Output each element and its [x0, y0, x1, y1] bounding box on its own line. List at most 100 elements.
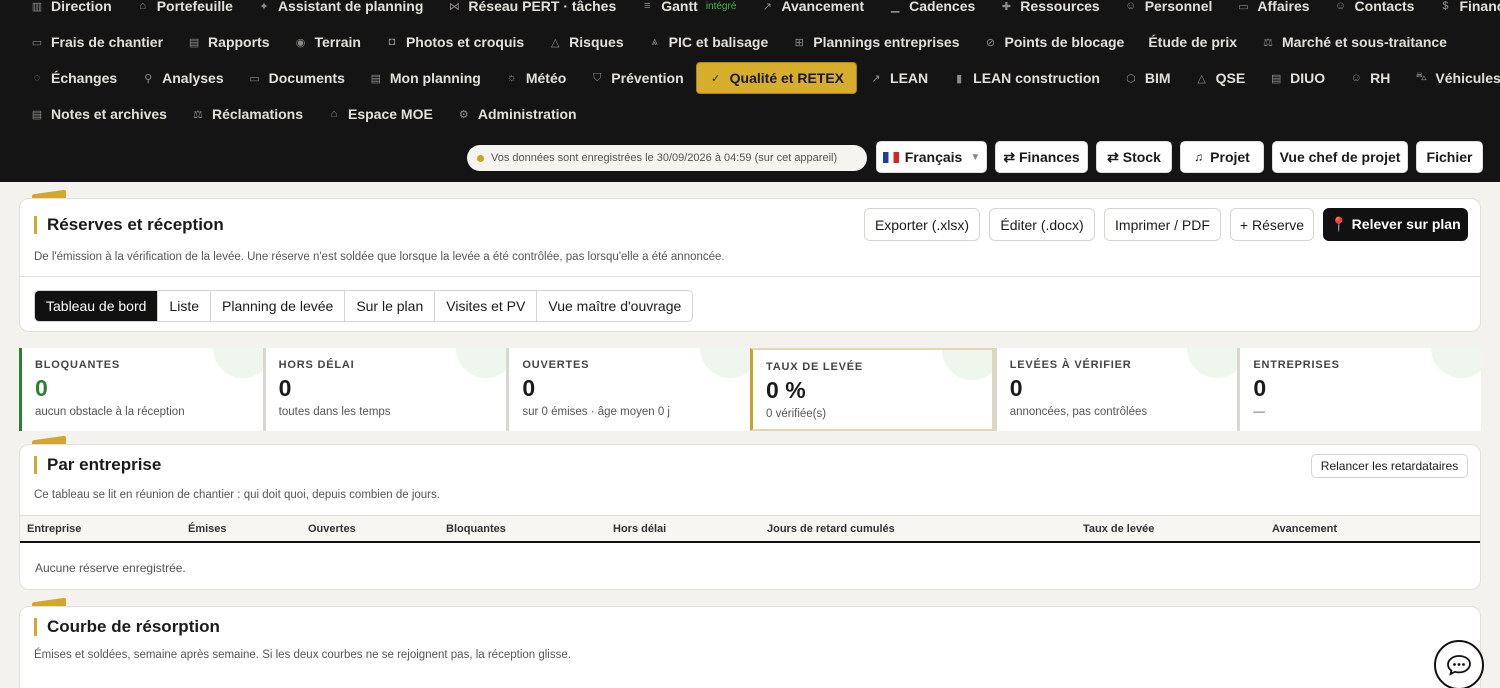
by-company-subtitle: Ce tableau se lit en réunion de chantier…	[34, 489, 440, 501]
tab-liste[interactable]: Liste	[158, 291, 211, 321]
kpi-levees-a-verifier: LEVÉES À VÉRIFIER 0 annoncées, pas contrôl…	[993, 348, 1238, 431]
nav-item-mon-planning[interactable]: ▤ Mon planning	[357, 62, 493, 94]
nav-item-marche-et-sous-traitance[interactable]: ⚖ Marché et sous-traitance	[1249, 26, 1459, 58]
bell-icon: ♫	[1194, 150, 1204, 164]
cube-icon: ⬡	[1126, 72, 1136, 85]
briefcase-icon: ▭	[1238, 0, 1249, 13]
export-xlsx-button[interactable]: Exporter (.xlsx)	[864, 208, 980, 241]
nav-item-label: Étude de prix	[1148, 34, 1238, 50]
nav-item-plannings-entreprises[interactable]: ⊞ Plannings entreprises	[780, 26, 971, 58]
nav-item-cadences[interactable]: ▁ Cadences	[876, 0, 987, 22]
nav-item-label: DIUO	[1290, 70, 1326, 86]
kpi-decoration	[941, 350, 992, 380]
nav-item-photos-et-croquis[interactable]: ◘ Photos et croquis	[373, 26, 536, 58]
tab-planning-de-levee[interactable]: Planning de levée	[211, 291, 346, 321]
tab-tableau-de-bord[interactable]: Tableau de bord	[35, 291, 159, 321]
nav-item-avancement[interactable]: ↗ Avancement	[748, 0, 876, 22]
language-label: Français	[904, 149, 963, 165]
building-icon: ⌂	[330, 108, 338, 120]
nav-item-risques[interactable]: △ Risques	[536, 26, 635, 58]
stock-switch-button[interactable]: ⇄ Stock	[1096, 141, 1172, 173]
nav-item-reclamations[interactable]: ⚖ Réclamations	[179, 98, 315, 130]
nav-item-terrain[interactable]: ◉ Terrain	[282, 26, 373, 58]
nav-item-lean-construction[interactable]: ▮ LEAN construction	[940, 62, 1112, 94]
nav-item-echanges[interactable]: ◌ Échanges	[18, 62, 129, 94]
column-header-bloquantes[interactable]: Bloquantes	[446, 523, 506, 535]
user-plus-icon: ☺	[1350, 72, 1362, 84]
nav-item-analyses[interactable]: ⚲ Analyses	[129, 62, 235, 94]
nav-item-espace-moe[interactable]: ⌂ Espace MOE	[315, 98, 445, 130]
nav-item-documents[interactable]: ▭ Documents	[236, 62, 357, 94]
nav-item-label: Marché et sous-traitance	[1282, 34, 1447, 50]
nav-item-gantt[interactable]: ≡ Gantt intégré	[628, 0, 748, 22]
kpi-value: 0	[1009, 375, 1023, 401]
camera-icon: ◘	[388, 36, 396, 48]
nav-item-notes-et-archives[interactable]: ▤ Notes et archives	[18, 98, 179, 130]
column-header-hors-delai[interactable]: Hors délai	[613, 523, 666, 535]
finances-switch-button[interactable]: ⇄ Finances	[995, 141, 1088, 173]
kpi-decoration	[700, 348, 751, 378]
language-select[interactable]: Français ▼	[876, 141, 987, 173]
sparkle-icon: ✦	[259, 0, 269, 13]
tab-sur-le-plan[interactable]: Sur le plan	[345, 291, 436, 321]
cone-icon: ⩓	[651, 35, 658, 48]
nav-item-etude-de-prix[interactable]: Étude de prix	[1136, 26, 1249, 58]
nav-item-affaires[interactable]: ▭ Affaires	[1224, 0, 1321, 22]
nav-item-pic-et-balisage[interactable]: ⩓ PIC et balisage	[636, 26, 781, 58]
nav-item-points-de-blocage[interactable]: ⊘ Points de blocage	[972, 26, 1137, 58]
top-navigation: ▥ Direction ⌂ Portefeuille ✦ Assistant de pla…	[0, 0, 1500, 182]
remind-late-button[interactable]: Relancer les retardataires	[1311, 454, 1468, 478]
tab-visites-et-pv[interactable]: Visites et PV	[435, 291, 538, 321]
column-header-avancement[interactable]: Avancement	[1272, 523, 1337, 535]
manager-view-button[interactable]: Vue chef de projet	[1272, 141, 1408, 173]
nav-item-qualite-et-retex[interactable]: ✓ Qualité et RETEX	[695, 62, 858, 94]
nav-item-direction[interactable]: ▥ Direction	[18, 0, 124, 22]
folder-icon: ▭	[249, 72, 260, 85]
nav-item-label: LEAN	[890, 70, 929, 86]
nav-item-vehicules[interactable]: ⛍ Véhicules	[1402, 62, 1500, 94]
save-status-text: Vos données sont enregistrées le 30/09/2…	[491, 152, 838, 164]
column-header-taux-de-levee[interactable]: Taux de levée	[1083, 523, 1154, 535]
note-icon: ▤	[31, 108, 43, 121]
nav-item-qse[interactable]: △ QSE	[1183, 62, 1258, 94]
nav-item-administration[interactable]: ⚙ Administration	[445, 98, 589, 130]
nav-item-reseau-pert-taches[interactable]: ⋈ Réseau PERT · tâches	[435, 0, 628, 22]
nav-item-ressources[interactable]: ✚ Ressources	[987, 0, 1111, 22]
column-header-ouvertes[interactable]: Ouvertes	[308, 523, 356, 535]
nav-item-rapports[interactable]: ▤ Rapports	[175, 26, 281, 58]
kpi-ouvertes: OUVERTES 0 sur 0 émises · âge moyen 0 j	[506, 348, 751, 431]
edit-docx-button[interactable]: Éditer (.docx)	[989, 208, 1095, 241]
print-pdf-button[interactable]: Imprimer / PDF	[1104, 208, 1221, 241]
trend-icon: ↗	[871, 72, 881, 85]
record-on-plan-button[interactable]: 📍 Relever sur plan	[1323, 208, 1468, 241]
curve-title: Courbe de résorption	[34, 618, 220, 636]
nav-item-portefeuille[interactable]: ⌂ Portefeuille	[124, 0, 245, 22]
nav-item-bim[interactable]: ⬡ BIM	[1112, 62, 1183, 94]
nav-item-frais-de-chantier[interactable]: ▭ Frais de chantier	[18, 26, 175, 58]
nav-item-label: Assistant de planning	[277, 0, 424, 14]
nav-item-meteo[interactable]: ☼ Météo	[493, 62, 578, 94]
project-button[interactable]: ♫ Projet	[1180, 141, 1264, 173]
nav-item-finances[interactable]: $ Finances	[1426, 0, 1500, 22]
add-reserve-button[interactable]: + Réserve	[1230, 208, 1314, 241]
nav-item-prevention[interactable]: ⛉ Prévention	[578, 62, 695, 94]
nav-item-personnel[interactable]: ☺ Personnel	[1112, 0, 1225, 22]
kpi-decoration	[212, 348, 263, 378]
nav-item-diuo[interactable]: ▤ DIUO	[1257, 62, 1337, 94]
column-header-emises[interactable]: Émises	[188, 523, 227, 535]
scale-icon: ⚖	[193, 108, 203, 121]
column-header-entreprise[interactable]: Entreprise	[27, 523, 81, 535]
nav-item-label: Analyses	[162, 70, 224, 86]
nav-item-lean[interactable]: ↗ LEAN	[857, 62, 940, 94]
column-header-jours-de-retard-cumules[interactable]: Jours de retard cumulés	[767, 523, 895, 535]
warning-icon: △	[550, 36, 560, 49]
nav-item-rh[interactable]: ☺ RH	[1337, 62, 1402, 94]
tab-vue-maitre-d-ouvrage[interactable]: Vue maître d'ouvrage	[537, 291, 692, 321]
curve-card: Courbe de résorption Émises et soldées, …	[19, 606, 1481, 688]
reserves-card: Réserves et réception Exporter (.xlsx) É…	[19, 198, 1481, 332]
file-button[interactable]: Fichier	[1416, 141, 1483, 173]
chat-button[interactable]	[1434, 640, 1484, 688]
nav-item-contacts[interactable]: ☺ Contacts	[1322, 0, 1427, 22]
nav-item-label: Points de blocage	[1004, 34, 1125, 50]
nav-item-assistant-de-planning[interactable]: ✦ Assistant de planning	[245, 0, 435, 22]
